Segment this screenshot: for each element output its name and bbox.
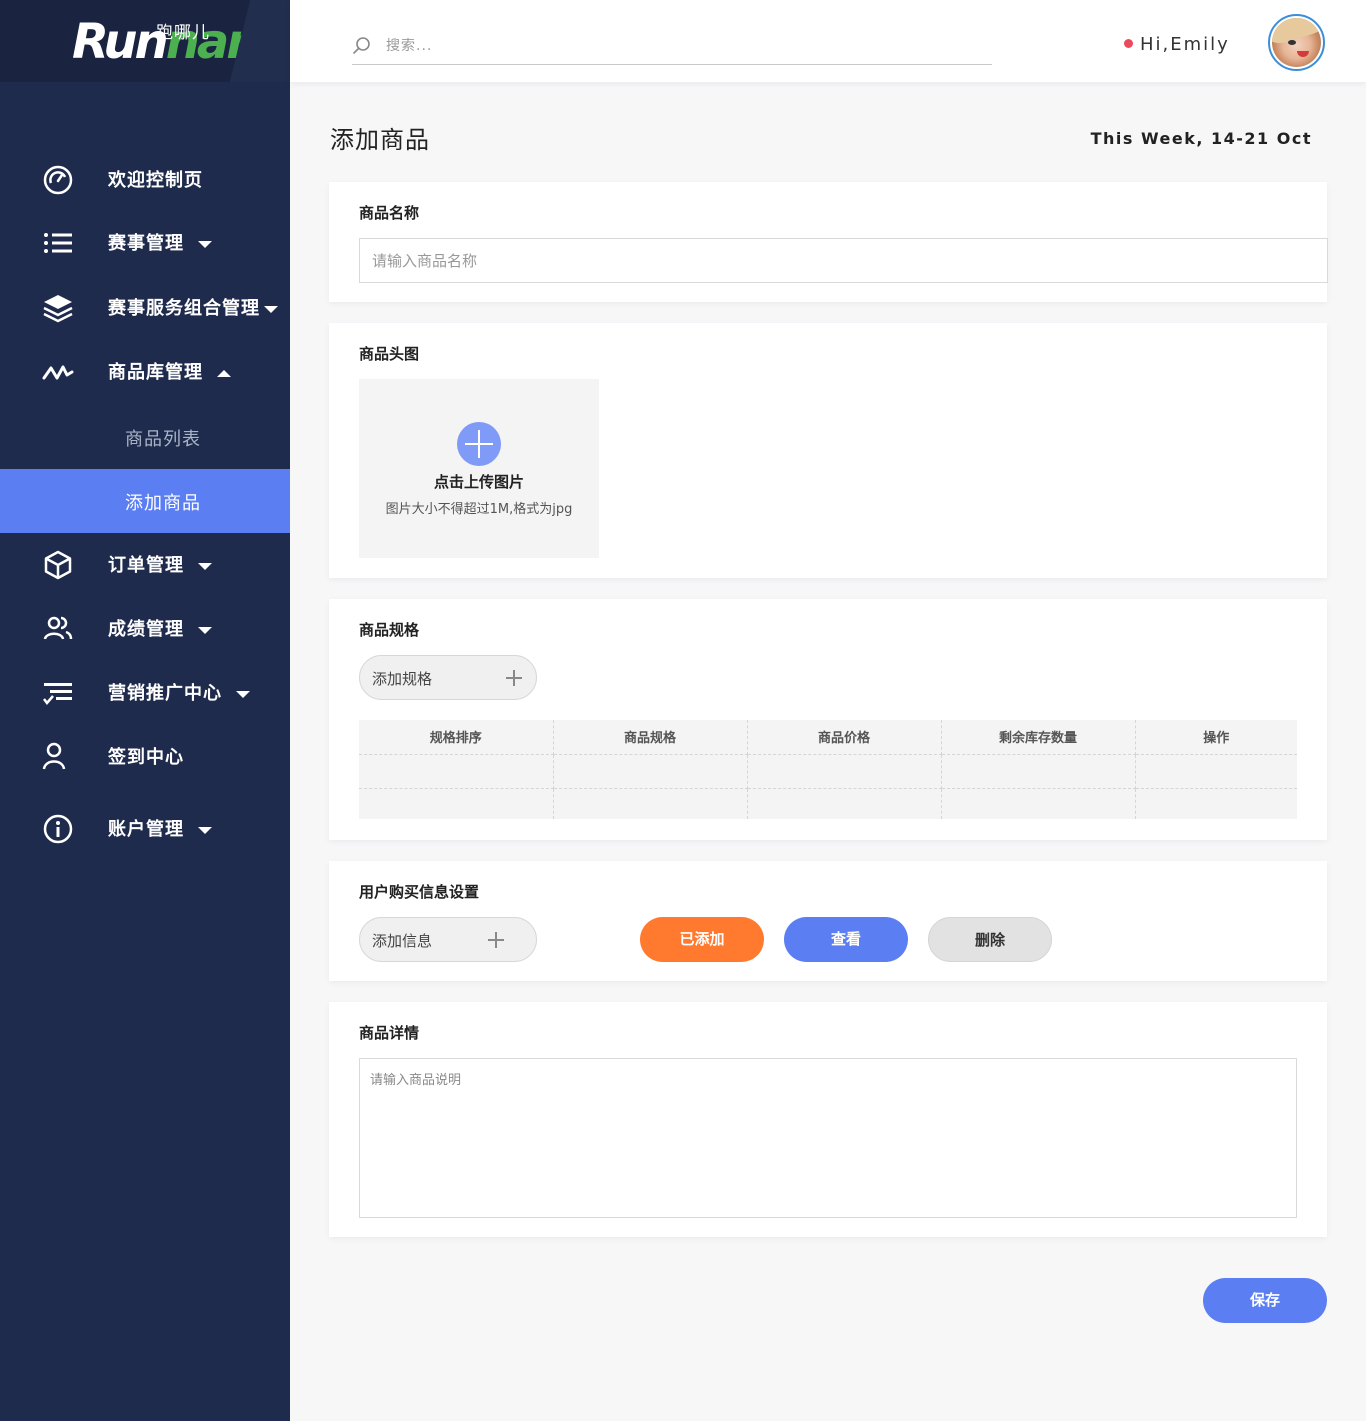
sidebar-item-results[interactable]: 成绩管理 (0, 596, 290, 660)
table-cell (941, 788, 1136, 819)
add-spec-button-label: 添加规格 (372, 670, 433, 688)
sidebar-item-label: 欢迎控制页 (108, 170, 203, 191)
chevron-up-icon (217, 369, 231, 377)
sidebar-subitem-product-list[interactable]: 商品列表 (0, 405, 290, 469)
product-spec-label: 商品规格 (359, 621, 420, 639)
sidebar-item-events[interactable]: 赛事管理 (0, 210, 290, 274)
column-header: 剩余库存数量 (941, 720, 1136, 755)
product-detail-card: 商品详情 (329, 1002, 1327, 1237)
column-header: 规格排序 (359, 720, 554, 755)
table-cell (747, 788, 942, 819)
sidebar-subitem-label: 商品列表 (125, 429, 201, 450)
logo-cn: 跑哪儿 (156, 23, 210, 43)
add-info-button[interactable]: 添加信息 (359, 917, 537, 962)
sidebar-item-welcome[interactable]: 欢迎控制页 (0, 147, 290, 211)
upload-title: 点击上传图片 (433, 473, 524, 491)
product-name-card: 商品名称 (329, 182, 1328, 302)
table-cell (1135, 754, 1297, 789)
table-cell (747, 754, 942, 789)
logo-bar: Runnar 跑哪儿 (0, 0, 290, 82)
table-row (359, 788, 1297, 819)
avatar[interactable] (1268, 14, 1325, 71)
sidebar-item-product-library[interactable]: 商品库管理 (0, 339, 290, 403)
users-icon (43, 616, 73, 640)
avatar-image (1272, 18, 1321, 67)
sidebar: Runnar 跑哪儿 欢迎控制页 赛事管理 赛事服务组合管理 商品库管理 商品列… (0, 0, 290, 1421)
chevron-down-icon (198, 626, 212, 634)
column-header: 商品价格 (747, 720, 942, 755)
online-status-dot (1124, 38, 1133, 48)
spec-table: 规格排序 商品规格 商品价格 剩余库存数量 操作 (359, 720, 1297, 819)
list-icon (44, 233, 72, 253)
sidebar-item-label: 订单管理 (108, 555, 184, 576)
image-upload-area[interactable]: 点击上传图片 图片大小不得超过1M,格式为jpg (359, 379, 599, 558)
table-cell (359, 788, 554, 819)
table-row (359, 754, 1297, 789)
table-cell (553, 754, 748, 789)
upload-plus-icon[interactable] (457, 422, 501, 466)
product-image-label: 商品头图 (359, 345, 420, 363)
search-bar (352, 33, 992, 65)
column-header: 商品规格 (553, 720, 748, 755)
column-header: 操作 (1135, 720, 1297, 755)
chevron-down-icon (198, 562, 212, 570)
search-input[interactable] (386, 35, 946, 57)
chevron-down-icon (236, 690, 250, 698)
purchase-info-card: 用户购买信息设置 添加信息 已添加 查看 删除 (329, 861, 1327, 981)
logo-text-run: Run (72, 14, 169, 70)
top-header: Hi,Emily (290, 0, 1366, 82)
purchase-info-label: 用户购买信息设置 (359, 883, 480, 901)
greeting-text: Hi,Emily (1140, 34, 1230, 55)
table-header-row: 规格排序 商品规格 商品价格 剩余库存数量 操作 (359, 720, 1297, 755)
sidebar-subitem-label: 添加商品 (125, 493, 201, 514)
product-name-label: 商品名称 (359, 204, 420, 222)
sidebar-item-label: 签到中心 (108, 747, 184, 768)
sidebar-item-label: 赛事服务组合管理 (108, 298, 260, 319)
view-button[interactable]: 查看 (784, 917, 908, 962)
sidebar-item-label: 成绩管理 (108, 619, 184, 640)
table-cell (941, 754, 1136, 789)
info-icon (43, 814, 73, 844)
sidebar-item-label: 账户管理 (108, 819, 184, 840)
save-button[interactable]: 保存 (1203, 1278, 1327, 1323)
delete-button[interactable]: 删除 (928, 917, 1052, 962)
layers-icon (43, 295, 73, 323)
sidebar-item-checkin[interactable]: 签到中心 (0, 724, 290, 788)
plus-icon (488, 932, 504, 948)
table-cell (1135, 788, 1297, 819)
sidebar-subitem-add-product[interactable]: 添加商品 (0, 469, 290, 533)
table-cell (359, 754, 554, 789)
plus-icon (506, 670, 522, 686)
sidebar-item-label: 赛事管理 (108, 233, 184, 254)
chevron-down-icon (198, 240, 212, 248)
sidebar-item-marketing[interactable]: 营销推广中心 (0, 660, 290, 724)
product-detail-textarea[interactable] (359, 1058, 1297, 1218)
add-info-button-label: 添加信息 (372, 932, 433, 950)
add-spec-button[interactable]: 添加规格 (359, 655, 537, 700)
page-title: 添加商品 (330, 126, 430, 154)
product-detail-label: 商品详情 (359, 1024, 420, 1042)
user-icon (42, 742, 66, 770)
box-icon (44, 550, 72, 580)
added-button[interactable]: 已添加 (640, 917, 764, 962)
sidebar-item-label: 商品库管理 (108, 362, 203, 383)
user-greeting[interactable]: Hi,Emily (1124, 34, 1230, 55)
product-spec-card: 商品规格 添加规格 规格排序 商品规格 商品价格 剩余库存数量 操作 (329, 599, 1327, 840)
promotion-icon (43, 683, 72, 705)
upload-hint: 图片大小不得超过1M,格式为jpg (385, 502, 573, 517)
sidebar-item-label: 营销推广中心 (108, 683, 222, 704)
date-range: This Week, 14-21 Oct (1090, 129, 1312, 148)
sidebar-item-orders[interactable]: 订单管理 (0, 532, 290, 596)
sidebar-item-account[interactable]: 账户管理 (0, 796, 290, 860)
product-image-card: 商品头图 点击上传图片 图片大小不得超过1M,格式为jpg (329, 323, 1327, 578)
sidebar-item-event-services[interactable]: 赛事服务组合管理 (0, 275, 290, 339)
activity-wave-icon (42, 365, 74, 380)
chevron-down-icon (198, 826, 212, 834)
chevron-down-icon (264, 305, 278, 313)
dashboard-gauge-icon (43, 165, 73, 195)
product-name-input[interactable] (359, 238, 1328, 283)
table-cell (553, 788, 748, 819)
search-icon[interactable] (352, 36, 372, 56)
